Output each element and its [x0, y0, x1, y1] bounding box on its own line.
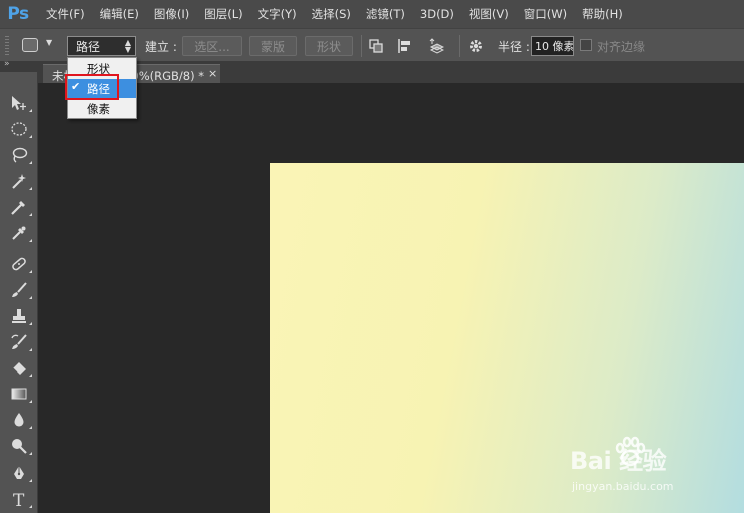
chevron-down-icon[interactable]: ▼	[46, 38, 52, 47]
type-icon[interactable]: T	[10, 490, 32, 511]
make-selection-button[interactable]: 选区...	[182, 36, 242, 56]
photoshop-logo: Ps	[7, 4, 29, 24]
menu-window[interactable]: 窗口(W)	[524, 6, 567, 22]
menu-file[interactable]: 文件(F)	[46, 6, 85, 22]
menu-bar: Ps 文件(F) 编辑(E) 图像(I) 图层(L) 文字(Y) 选择(S) 滤…	[0, 0, 744, 28]
brush-icon[interactable]	[10, 281, 32, 299]
menu-help[interactable]: 帮助(H)	[582, 6, 623, 22]
document-canvas[interactable]	[270, 163, 744, 513]
path-operations-icon[interactable]	[368, 38, 384, 54]
move-tool-icon[interactable]	[10, 94, 32, 112]
eraser-icon[interactable]	[10, 359, 32, 377]
eyedropper-icon[interactable]	[10, 224, 32, 242]
elliptical-marquee-icon[interactable]	[10, 120, 32, 138]
radius-label: 半径 :	[498, 40, 530, 54]
make-shape-button[interactable]: 形状	[305, 36, 353, 56]
separator	[361, 35, 362, 57]
align-edges-checkbox[interactable]	[580, 39, 592, 51]
toolbox: T	[0, 72, 38, 513]
close-icon[interactable]: ×	[208, 67, 217, 80]
paw-icon	[615, 436, 646, 467]
make-mask-button[interactable]: 蒙版	[249, 36, 297, 56]
menu-image[interactable]: 图像(I)	[154, 6, 189, 22]
crop-icon[interactable]	[10, 198, 32, 216]
menu-filter[interactable]: 滤镜(T)	[366, 6, 405, 22]
history-brush-icon[interactable]	[10, 333, 32, 351]
tool-mode-value: 路径	[76, 39, 101, 54]
annotation-highlight-box	[65, 74, 119, 100]
make-label: 建立 :	[145, 40, 177, 54]
document-tab-bar: 未标题-1 @ 100%(RGB/8) * ×	[38, 62, 744, 83]
clone-stamp-icon[interactable]	[10, 307, 32, 325]
menu-layer[interactable]: 图层(L)	[204, 6, 242, 22]
separator	[459, 35, 460, 57]
lasso-icon[interactable]	[10, 146, 32, 164]
menu-type[interactable]: 文字(Y)	[258, 6, 297, 22]
watermark-url: jingyan.baidu.com	[572, 480, 674, 493]
dodge-icon[interactable]	[10, 437, 32, 455]
tool-preset-picker[interactable]	[22, 38, 38, 52]
menu-select[interactable]: 选择(S)	[312, 6, 351, 22]
path-alignment-icon[interactable]	[397, 38, 413, 54]
options-bar-grip[interactable]	[5, 36, 9, 56]
radius-input[interactable]: 10 像素	[531, 36, 574, 56]
dropdown-item-pixels[interactable]: 像素	[68, 99, 136, 118]
path-arrangement-icon[interactable]	[428, 38, 445, 54]
menu-edit[interactable]: 编辑(E)	[100, 6, 139, 22]
gradient-icon[interactable]	[10, 385, 32, 403]
spot-healing-brush-icon[interactable]	[10, 255, 32, 273]
tool-mode-select[interactable]: 路径 ▲ ▼	[67, 36, 136, 56]
align-edges-label: 对齐边缘	[597, 40, 646, 54]
menu-view[interactable]: 视图(V)	[469, 6, 509, 22]
menu-3d[interactable]: 3D(D)	[420, 7, 454, 21]
blur-icon[interactable]	[10, 411, 32, 429]
magic-wand-icon[interactable]	[10, 172, 32, 190]
pen-icon[interactable]	[10, 464, 32, 482]
select-arrows-icon: ▲ ▼	[124, 38, 131, 54]
svg-text:T: T	[13, 491, 25, 508]
toolbox-header[interactable]: »	[0, 59, 38, 72]
gear-icon[interactable]	[468, 38, 484, 54]
collapse-icon[interactable]: »	[4, 59, 9, 69]
